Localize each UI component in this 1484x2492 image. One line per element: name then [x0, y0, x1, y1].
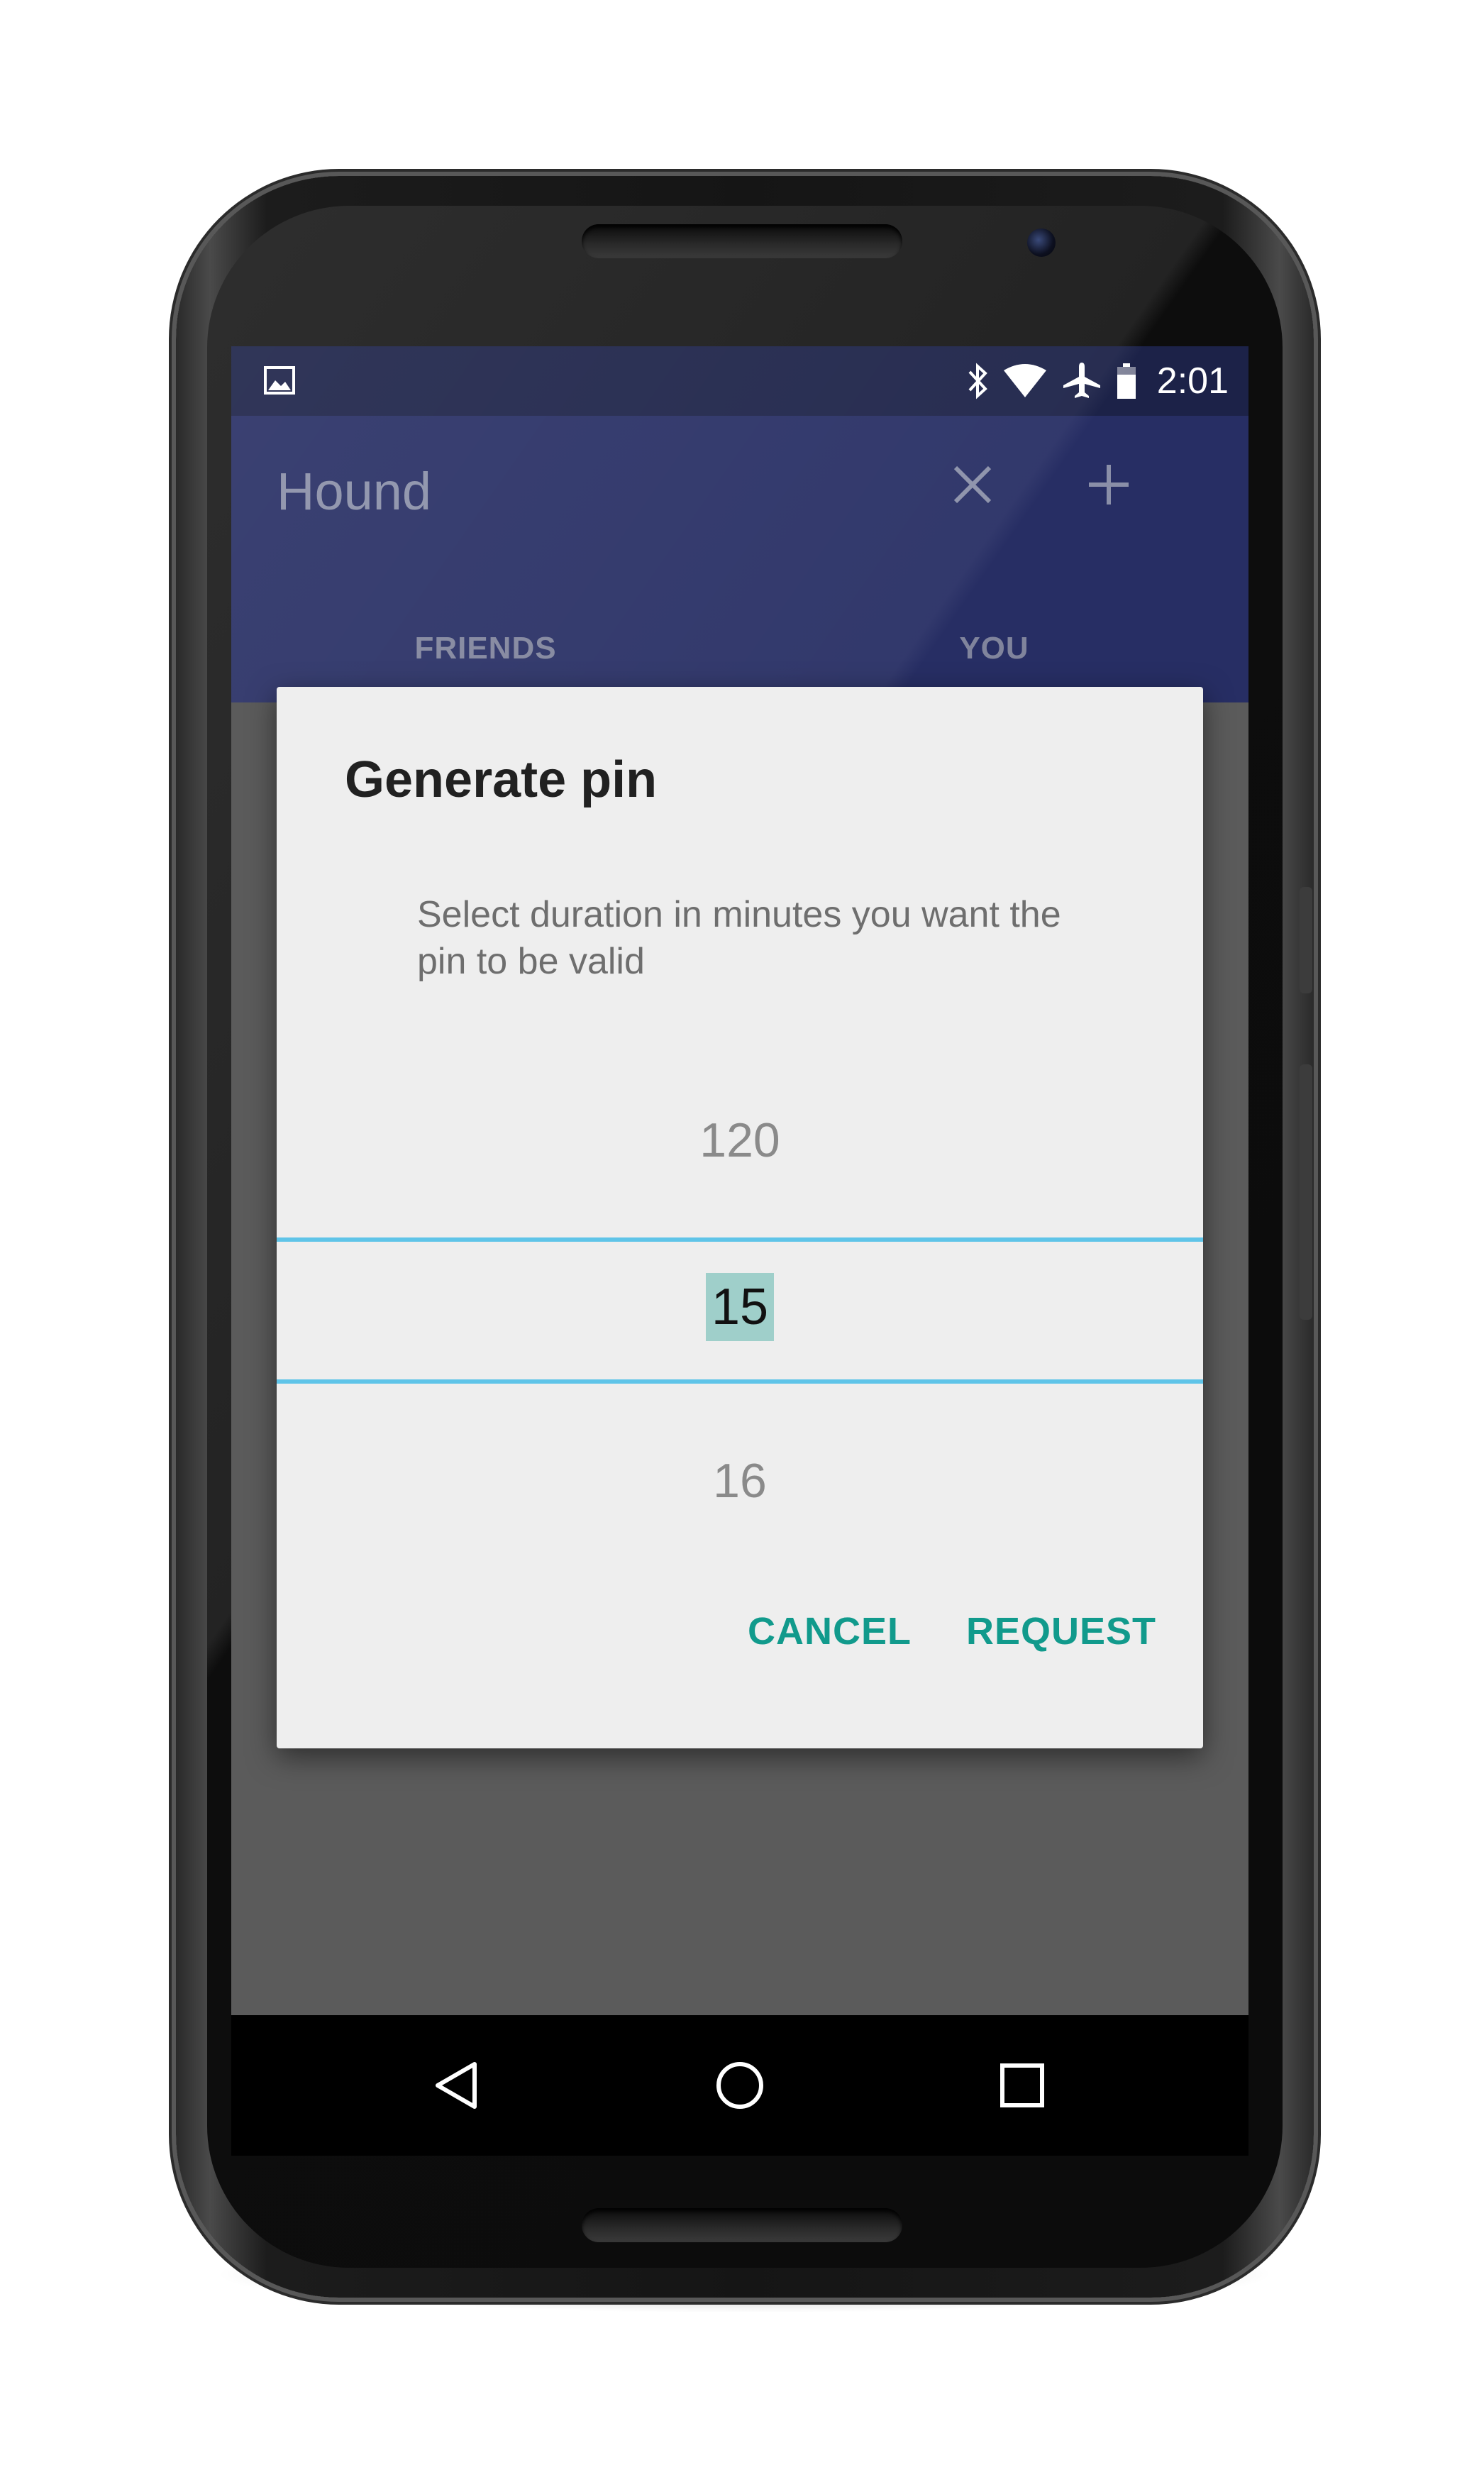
front-camera	[1027, 228, 1056, 257]
tab-bar: FRIENDS YOU	[231, 573, 1248, 702]
add-icon	[1089, 465, 1129, 505]
picker-divider-top	[277, 1237, 1203, 1242]
bluetooth-icon	[967, 362, 988, 400]
picker-previous-value[interactable]: 120	[277, 1113, 1203, 1168]
picker-selected-row[interactable]: 15	[277, 1273, 1203, 1341]
app-bar: Hound	[231, 416, 1248, 573]
picker-divider-bottom	[277, 1379, 1203, 1384]
close-button[interactable]	[941, 453, 1004, 517]
tab-friends[interactable]: FRIENDS	[231, 573, 740, 702]
dialog-title: Generate pin	[345, 751, 658, 808]
battery-icon	[1116, 362, 1137, 400]
picker-next-value[interactable]: 16	[277, 1453, 1203, 1509]
image-notification-icon	[264, 366, 295, 395]
status-icons: 2:01	[967, 346, 1229, 416]
navigation-bar	[231, 2015, 1248, 2156]
back-button[interactable]	[411, 2039, 504, 2132]
wifi-icon	[1002, 363, 1048, 399]
bottom-speaker-grille	[582, 2208, 902, 2242]
status-clock: 2:01	[1156, 360, 1229, 402]
recents-button[interactable]	[976, 2039, 1068, 2132]
add-button[interactable]	[1077, 453, 1141, 517]
tab-you[interactable]: YOU	[740, 573, 1248, 702]
recents-icon	[1000, 2063, 1044, 2107]
status-bar: 2:01	[231, 346, 1248, 416]
top-speaker-grille	[582, 224, 902, 258]
cancel-button[interactable]: CANCEL	[748, 1602, 912, 1660]
dialog-message: Select duration in minutes you want the …	[417, 894, 1061, 982]
home-button[interactable]	[694, 2039, 786, 2132]
volume-button	[1300, 1064, 1312, 1320]
picker-selected-value[interactable]: 15	[705, 1273, 775, 1341]
app-title: Hound	[277, 462, 432, 521]
airplane-icon	[1062, 361, 1102, 401]
power-button	[1300, 887, 1312, 993]
back-icon	[436, 2062, 477, 2109]
close-icon	[953, 465, 992, 504]
request-button[interactable]: REQUEST	[966, 1602, 1156, 1660]
generate-pin-dialog: Generate pin Select duration in minutes …	[277, 687, 1203, 1748]
home-icon	[716, 2062, 763, 2109]
